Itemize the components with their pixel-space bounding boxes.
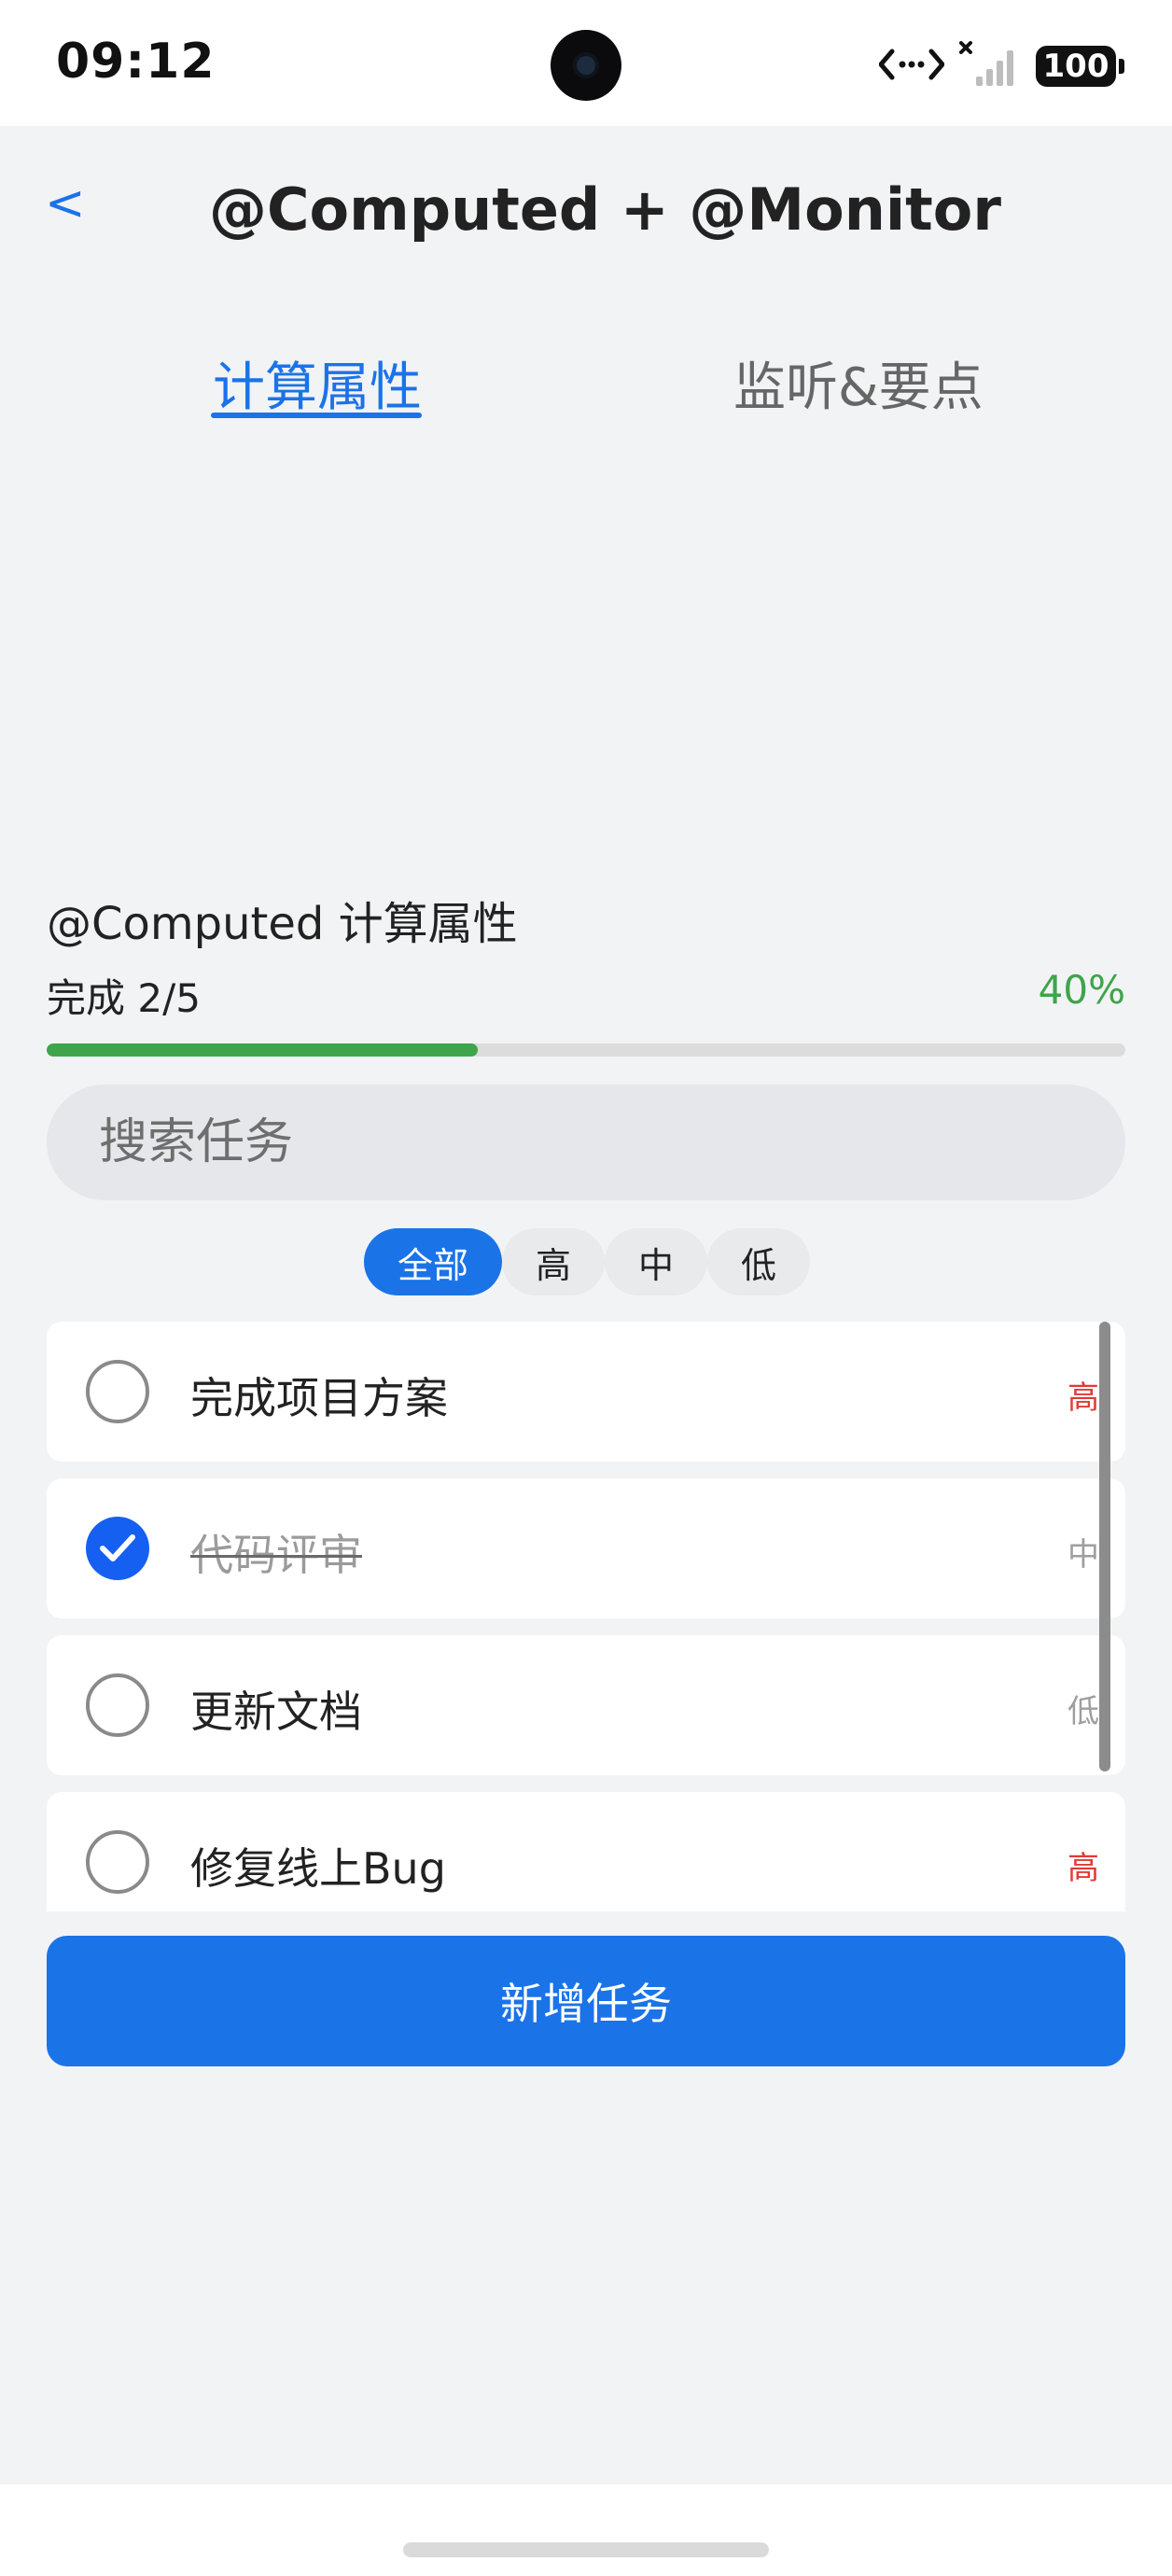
- data-transfer-icon: [878, 44, 945, 89]
- task-name: 代码评审: [190, 1530, 362, 1580]
- add-task-button[interactable]: 新增任务: [47, 1936, 1125, 2066]
- task-priority: 高: [1067, 1850, 1099, 1887]
- battery-level: 100: [1042, 48, 1109, 85]
- completion-count: 完成 2/5: [47, 975, 201, 1021]
- bottom-system-bar: [0, 2485, 1172, 2576]
- task-list[interactable]: 完成项目方案 高 代码评审 中 更新文档 低 修复线上Bug 高: [47, 1322, 1125, 1911]
- task-row[interactable]: 代码评审 中: [47, 1478, 1125, 1618]
- task-list-scrollbar[interactable]: [1099, 1322, 1110, 1771]
- task-checkbox-checked[interactable]: [86, 1517, 149, 1580]
- task-priority: 低: [1067, 1693, 1099, 1730]
- filter-all[interactable]: 全部: [364, 1228, 502, 1295]
- task-checkbox[interactable]: [86, 1830, 149, 1894]
- task-priority: 高: [1067, 1379, 1099, 1417]
- task-name: 完成项目方案: [190, 1373, 448, 1423]
- task-priority: 中: [1067, 1536, 1099, 1574]
- search-input[interactable]: [47, 1085, 1125, 1200]
- page-title: @Computed + @Monitor: [209, 175, 1001, 244]
- filter-high[interactable]: 高: [502, 1228, 605, 1295]
- task-row[interactable]: 完成项目方案 高: [47, 1322, 1125, 1462]
- status-icons: 100: [878, 41, 1124, 91]
- tab-active-indicator: [211, 413, 422, 418]
- front-camera: [551, 30, 621, 101]
- progress-bar-fill: [47, 1043, 479, 1057]
- task-name: 更新文档: [190, 1687, 362, 1737]
- task-name: 修复线上Bug: [190, 1843, 446, 1894]
- section-title: @Computed 计算属性: [47, 898, 518, 950]
- completion-percent: 40%: [1038, 967, 1125, 1013]
- back-button[interactable]: <: [45, 175, 86, 231]
- priority-filter-group: 全部 高 中 低: [364, 1228, 810, 1295]
- check-icon: [100, 1534, 135, 1561]
- task-row[interactable]: 更新文档 低: [47, 1635, 1125, 1775]
- status-bar: 09:12 100: [0, 0, 1172, 126]
- filter-medium[interactable]: 中: [605, 1228, 707, 1295]
- tab-computed[interactable]: 计算属性: [213, 345, 422, 421]
- tab-monitor[interactable]: 监听&要点: [733, 345, 984, 421]
- task-checkbox[interactable]: [86, 1360, 149, 1423]
- task-checkbox[interactable]: [86, 1673, 149, 1737]
- home-indicator[interactable]: [403, 2542, 769, 2557]
- status-time: 09:12: [56, 34, 216, 90]
- signal-icon: [959, 41, 1021, 91]
- battery-icon: 100: [1036, 46, 1124, 87]
- progress-bar: [47, 1043, 1125, 1057]
- task-row[interactable]: 修复线上Bug 高: [47, 1792, 1125, 1911]
- filter-low[interactable]: 低: [707, 1228, 810, 1295]
